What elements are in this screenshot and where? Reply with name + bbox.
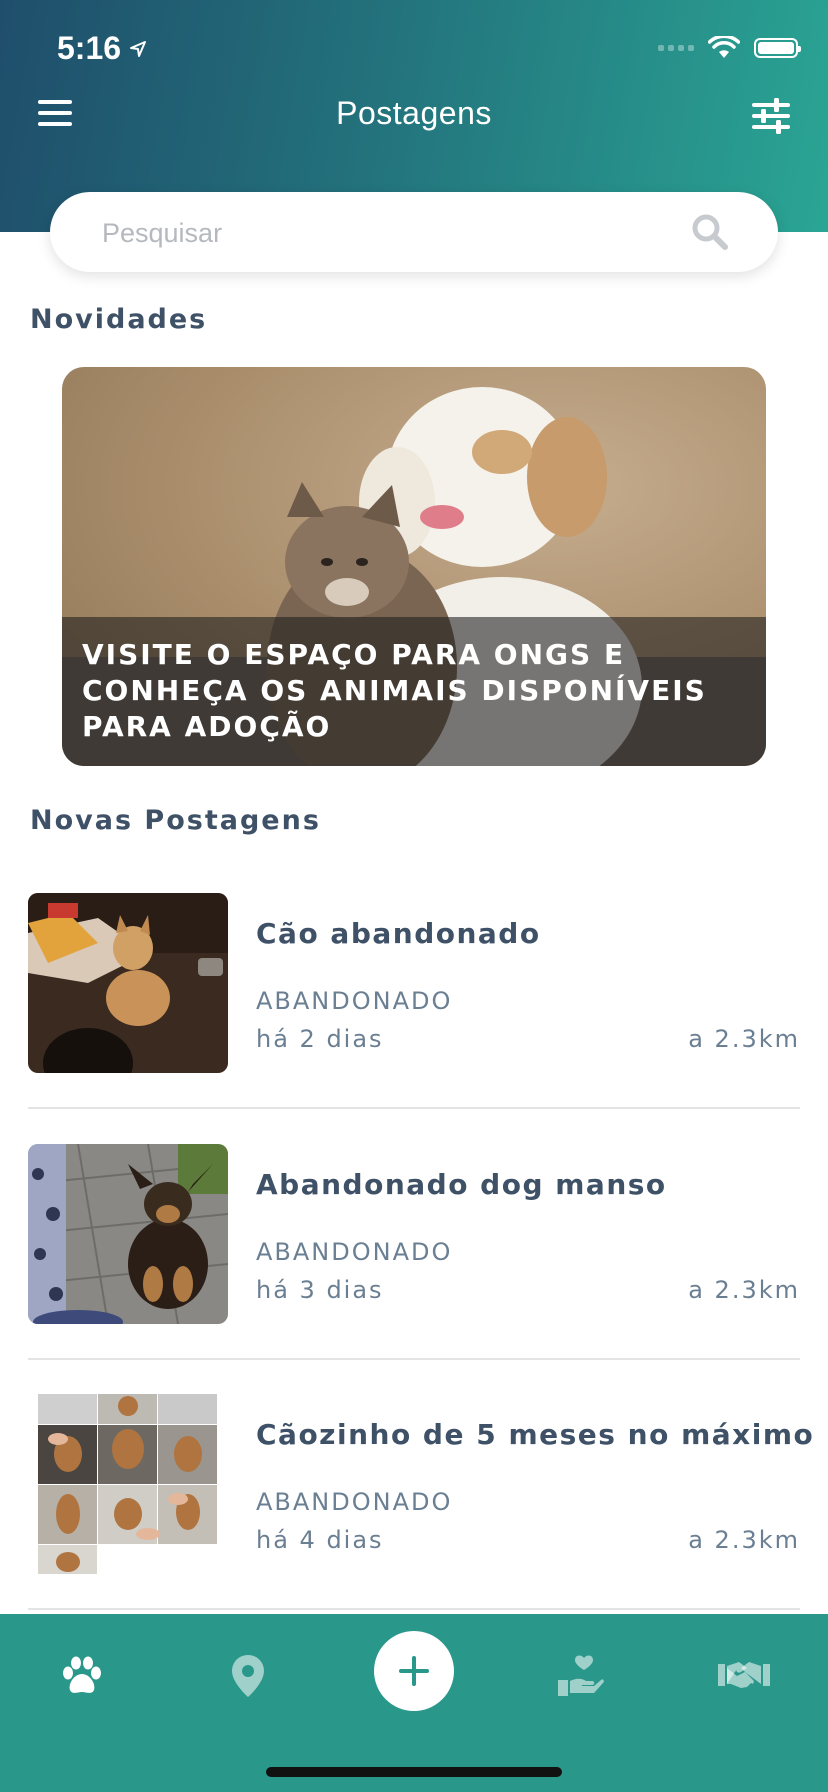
sliders-icon xyxy=(752,98,790,134)
divider xyxy=(28,1107,800,1109)
divider xyxy=(28,1358,800,1360)
page-title: Postagens xyxy=(336,95,492,131)
post-time: há 4 dias xyxy=(256,1526,384,1554)
battery-icon xyxy=(754,38,801,58)
tab-donations[interactable] xyxy=(550,1646,610,1706)
status-time-text: 5:16 xyxy=(57,30,122,66)
section-title-news: Novidades xyxy=(30,304,208,335)
plus-icon xyxy=(399,1656,429,1686)
post-status: ABANDONADO xyxy=(256,1238,453,1266)
tab-partners[interactable] xyxy=(714,1646,774,1706)
search-icon[interactable] xyxy=(690,212,730,252)
post-thumbnail xyxy=(28,1394,228,1574)
status-bar-time: 5:16 xyxy=(57,30,147,67)
post-title: Abandonado dog manso xyxy=(256,1168,667,1201)
post-thumbnail xyxy=(28,893,228,1073)
post-distance: a 2.3km xyxy=(688,1025,800,1053)
paw-icon xyxy=(63,1656,101,1693)
section-title-new-posts: Novas Postagens xyxy=(30,805,321,836)
handshake-icon xyxy=(718,1662,770,1688)
news-banner[interactable]: VISITE O ESPAÇO PARA ONGS E CONHEÇA OS A… xyxy=(62,367,766,766)
post-title: Cãozinho de 5 meses no máximo xyxy=(256,1418,815,1451)
filter-button[interactable] xyxy=(752,98,790,134)
location-arrow-icon xyxy=(130,40,147,57)
post-thumbnail xyxy=(28,1144,228,1324)
add-post-button[interactable] xyxy=(374,1631,454,1711)
post-time: há 2 dias xyxy=(256,1025,384,1053)
post-status: ABANDONADO xyxy=(256,987,453,1015)
cellular-signal-icon xyxy=(658,45,694,51)
post-status: ABANDONADO xyxy=(256,1488,453,1516)
post-item[interactable]: Cão abandonado ABANDONADO há 2 dias a 2.… xyxy=(28,893,800,1073)
post-time: há 3 dias xyxy=(256,1276,384,1304)
post-item[interactable]: Cãozinho de 5 meses no máximo ABANDONADO… xyxy=(28,1394,813,1574)
tab-posts[interactable] xyxy=(52,1646,112,1706)
post-distance: a 2.3km xyxy=(688,1526,800,1554)
post-distance: a 2.3km xyxy=(688,1276,800,1304)
post-item[interactable]: Abandonado dog manso ABANDONADO há 3 dia… xyxy=(28,1144,800,1324)
divider xyxy=(28,1608,800,1610)
heart-hand-icon xyxy=(558,1655,604,1696)
banner-text: VISITE O ESPAÇO PARA ONGS E CONHEÇA OS A… xyxy=(82,638,707,743)
post-title: Cão abandonado xyxy=(256,917,541,950)
bottom-tab-bar xyxy=(0,1614,828,1792)
wifi-icon xyxy=(708,36,740,58)
status-bar-indicators xyxy=(658,36,801,60)
home-indicator xyxy=(266,1767,562,1777)
map-pin-icon xyxy=(232,1655,264,1697)
search-input[interactable] xyxy=(100,192,664,274)
search-bar xyxy=(50,192,778,274)
tab-map[interactable] xyxy=(218,1646,278,1706)
